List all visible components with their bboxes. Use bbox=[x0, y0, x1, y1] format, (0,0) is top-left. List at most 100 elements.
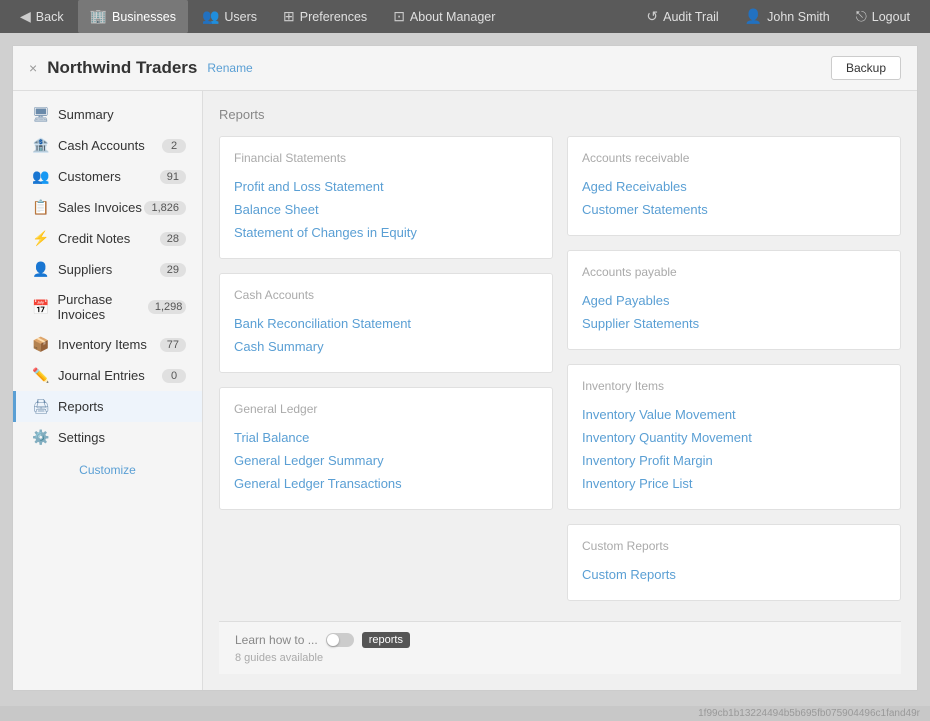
general-ledger-card: General Ledger Trial Balance General Led… bbox=[219, 387, 553, 510]
reports-icon: 🖨 bbox=[32, 398, 50, 415]
nav-user-label: John Smith bbox=[767, 10, 830, 24]
panel-title-row: × Northwind Traders Rename bbox=[29, 58, 253, 78]
inventory-profit-margin-link[interactable]: Inventory Profit Margin bbox=[582, 449, 886, 472]
supplier-statements-link[interactable]: Supplier Statements bbox=[582, 312, 886, 335]
financial-statements-card: Financial Statements Profit and Loss Sta… bbox=[219, 136, 553, 259]
general-ledger-title: General Ledger bbox=[234, 402, 538, 416]
settings-icon: ⚙️ bbox=[32, 429, 50, 446]
close-button[interactable]: × bbox=[29, 60, 37, 76]
inventory-price-list-link[interactable]: Inventory Price List bbox=[582, 472, 886, 495]
right-content: Reports Financial Statements Profit and … bbox=[203, 91, 917, 690]
inventory-items-card: Inventory Items Inventory Value Movement… bbox=[567, 364, 901, 510]
sidebar-sales-invoices-label: Sales Invoices bbox=[58, 200, 142, 215]
sidebar-customers-label: Customers bbox=[58, 169, 121, 184]
sidebar-item-summary[interactable]: 🖥 Summary bbox=[13, 99, 202, 130]
nav-preferences-label: Preferences bbox=[300, 10, 367, 24]
nav-right: ↺ Audit Trail 👤 John Smith ⎋ Logout bbox=[634, 0, 922, 33]
customer-statements-link[interactable]: Customer Statements bbox=[582, 198, 886, 221]
sidebar-item-credit-notes[interactable]: ⚡ Credit Notes 28 bbox=[13, 223, 202, 254]
audit-icon: ↺ bbox=[646, 8, 658, 25]
nav-back-label: Back bbox=[36, 10, 64, 24]
bank-reconciliation-link[interactable]: Bank Reconciliation Statement bbox=[234, 312, 538, 335]
balance-sheet-link[interactable]: Balance Sheet bbox=[234, 198, 538, 221]
custom-reports-card: Custom Reports Custom Reports bbox=[567, 524, 901, 601]
sidebar-inventory-items-label: Inventory Items bbox=[58, 337, 147, 352]
aged-payables-link[interactable]: Aged Payables bbox=[582, 289, 886, 312]
cash-accounts-title: Cash Accounts bbox=[234, 288, 538, 302]
nav-logout[interactable]: ⎋ Logout bbox=[844, 0, 922, 33]
custom-reports-link[interactable]: Custom Reports bbox=[582, 563, 886, 586]
sidebar-settings-label: Settings bbox=[58, 430, 105, 445]
cash-accounts-icon: 🏦 bbox=[32, 137, 50, 154]
inventory-value-movement-link[interactable]: Inventory Value Movement bbox=[582, 403, 886, 426]
nav-users[interactable]: 👥 Users bbox=[190, 0, 269, 33]
sidebar-item-inventory-items[interactable]: 📦 Inventory Items 77 bbox=[13, 329, 202, 360]
statement-changes-equity-link[interactable]: Statement of Changes in Equity bbox=[234, 221, 538, 244]
nav-businesses[interactable]: 🏢 Businesses bbox=[78, 0, 188, 33]
sidebar-item-reports[interactable]: 🖨 Reports bbox=[13, 391, 202, 422]
sidebar-item-cash-accounts[interactable]: 🏦 Cash Accounts 2 bbox=[13, 130, 202, 161]
general-ledger-summary-link[interactable]: General Ledger Summary bbox=[234, 449, 538, 472]
nav-users-label: Users bbox=[224, 10, 257, 24]
suppliers-badge: 29 bbox=[160, 263, 186, 277]
footer-row: Learn how to ... reports bbox=[235, 632, 885, 648]
purchase-invoices-badge: 1,298 bbox=[148, 300, 186, 314]
backup-button[interactable]: Backup bbox=[831, 56, 901, 80]
reports-section-header: Reports bbox=[219, 107, 901, 122]
inventory-items-icon: 📦 bbox=[32, 336, 50, 353]
sidebar-item-journal-entries[interactable]: ✏️ Journal Entries 0 bbox=[13, 360, 202, 391]
content-panel: × Northwind Traders Rename Backup 🖥 Summ… bbox=[12, 45, 918, 691]
nav-user[interactable]: 👤 John Smith bbox=[733, 0, 842, 33]
journal-entries-badge: 0 bbox=[162, 369, 186, 383]
reports-right-col: Accounts receivable Aged Receivables Cus… bbox=[567, 136, 901, 601]
accounts-receivable-card: Accounts receivable Aged Receivables Cus… bbox=[567, 136, 901, 236]
bottom-bar: 1f99cb1b13224494b5b695fb075904496c1fand4… bbox=[0, 706, 930, 721]
businesses-icon: 🏢 bbox=[90, 8, 107, 25]
credit-notes-badge: 28 bbox=[160, 232, 186, 246]
nav-left: ◀ Back 🏢 Businesses 👥 Users ⊞ Preference… bbox=[8, 0, 507, 33]
panel-header: × Northwind Traders Rename Backup bbox=[13, 46, 917, 91]
sidebar-item-settings[interactable]: ⚙️ Settings bbox=[13, 422, 202, 453]
hash-text: 1f99cb1b13224494b5b695fb075904496c1fand4… bbox=[698, 708, 920, 719]
rename-link[interactable]: Rename bbox=[207, 61, 252, 75]
back-icon: ◀ bbox=[20, 8, 31, 25]
inventory-quantity-movement-link[interactable]: Inventory Quantity Movement bbox=[582, 426, 886, 449]
inventory-items-badge: 77 bbox=[160, 338, 186, 352]
nav-back[interactable]: ◀ Back bbox=[8, 0, 76, 33]
sidebar-item-customers[interactable]: 👥 Customers 91 bbox=[13, 161, 202, 192]
general-ledger-transactions-link[interactable]: General Ledger Transactions bbox=[234, 472, 538, 495]
credit-notes-icon: ⚡ bbox=[32, 230, 50, 247]
cash-accounts-card: Cash Accounts Bank Reconciliation Statem… bbox=[219, 273, 553, 373]
nav-about[interactable]: ⊡ About Manager bbox=[381, 0, 507, 33]
reports-tag: reports bbox=[362, 632, 410, 648]
inventory-items-title: Inventory Items bbox=[582, 379, 886, 393]
suppliers-icon: 👤 bbox=[32, 261, 50, 278]
sidebar-item-purchase-invoices[interactable]: 📅 Purchase Invoices 1,298 bbox=[13, 285, 202, 329]
profit-loss-link[interactable]: Profit and Loss Statement bbox=[234, 175, 538, 198]
nav-audit-trail[interactable]: ↺ Audit Trail bbox=[634, 0, 730, 33]
nav-logout-label: Logout bbox=[872, 10, 910, 24]
toggle-switch[interactable] bbox=[326, 633, 354, 647]
trial-balance-link[interactable]: Trial Balance bbox=[234, 426, 538, 449]
summary-icon: 🖥 bbox=[32, 106, 50, 123]
nav-about-label: About Manager bbox=[410, 10, 495, 24]
sidebar-item-sales-invoices[interactable]: 📋 Sales Invoices 1,826 bbox=[13, 192, 202, 223]
sidebar-reports-label: Reports bbox=[58, 399, 104, 414]
sidebar-suppliers-label: Suppliers bbox=[58, 262, 112, 277]
sidebar: 🖥 Summary 🏦 Cash Accounts 2 👥 Customers bbox=[13, 91, 203, 690]
accounts-payable-title: Accounts payable bbox=[582, 265, 886, 279]
sidebar-summary-label: Summary bbox=[58, 107, 114, 122]
aged-receivables-link[interactable]: Aged Receivables bbox=[582, 175, 886, 198]
user-icon: 👤 bbox=[745, 8, 762, 25]
nav-businesses-label: Businesses bbox=[112, 10, 176, 24]
nav-preferences[interactable]: ⊞ Preferences bbox=[271, 0, 379, 33]
main-wrapper: × Northwind Traders Rename Backup 🖥 Summ… bbox=[0, 33, 930, 706]
accounts-payable-card: Accounts payable Aged Payables Supplier … bbox=[567, 250, 901, 350]
customers-badge: 91 bbox=[160, 170, 186, 184]
sales-invoices-badge: 1,826 bbox=[144, 201, 186, 215]
sidebar-purchase-invoices-label: Purchase Invoices bbox=[57, 292, 147, 322]
customize-link[interactable]: Customize bbox=[13, 453, 202, 487]
sidebar-credit-notes-label: Credit Notes bbox=[58, 231, 130, 246]
sidebar-item-suppliers[interactable]: 👤 Suppliers 29 bbox=[13, 254, 202, 285]
cash-summary-link[interactable]: Cash Summary bbox=[234, 335, 538, 358]
